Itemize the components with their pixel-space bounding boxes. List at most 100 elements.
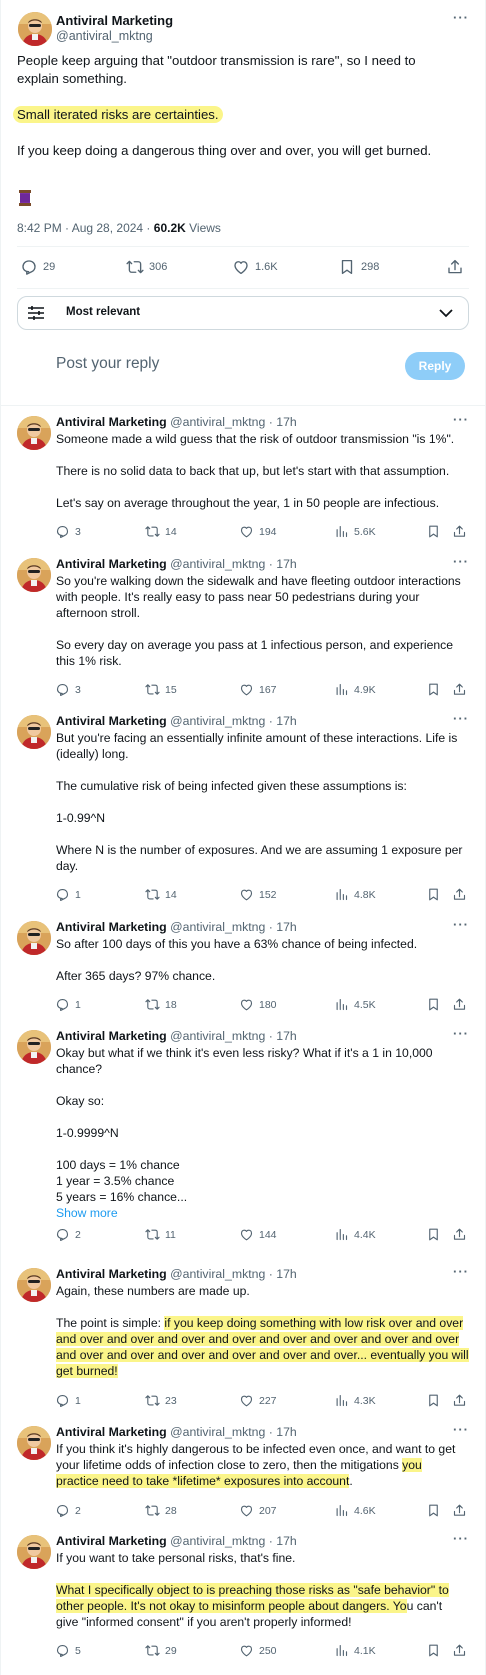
reply-item[interactable]: Antiviral Marketing @antiviral_mktng · 1… (0, 406, 486, 546)
repost-button[interactable]: 29 (145, 1643, 177, 1658)
repost-button[interactable]: 11 (145, 1227, 176, 1242)
repost-button[interactable]: 28 (145, 1503, 177, 1518)
avatar[interactable] (17, 1535, 51, 1569)
reply-button[interactable]: 1 (55, 1393, 81, 1408)
reply-button[interactable]: 2 (55, 1503, 81, 1518)
reply-meta[interactable]: @antiviral_mktng · 17h (170, 1267, 297, 1281)
bookmark-button[interactable] (426, 887, 446, 902)
reply-meta[interactable]: @antiviral_mktng · 17h (170, 714, 297, 728)
reply-item[interactable]: Antiviral Marketing @antiviral_mktng · 1… (0, 705, 486, 909)
more-options-icon[interactable]: ··· (453, 1026, 469, 1041)
bookmark-button[interactable] (426, 997, 446, 1012)
reply-author-name[interactable]: Antiviral Marketing (56, 1267, 167, 1281)
avatar[interactable] (17, 1030, 51, 1064)
views-button[interactable]: 4.4K (334, 1227, 376, 1242)
bookmark-button[interactable] (426, 524, 446, 539)
reply-author-name[interactable]: Antiviral Marketing (56, 1029, 167, 1043)
reply-author-name[interactable]: Antiviral Marketing (56, 1425, 167, 1439)
timestamp[interactable]: 8:42 PM · Aug 28, 2024 · (17, 221, 154, 235)
reply-button[interactable]: 3 (55, 524, 81, 539)
like-button[interactable]: 152 (239, 887, 277, 902)
repost-button[interactable]: 14 (145, 524, 177, 539)
share-button[interactable] (452, 524, 472, 539)
more-options-icon[interactable]: ··· (453, 711, 469, 726)
reply-item[interactable]: Antiviral Marketing @antiviral_mktng · 1… (0, 1525, 486, 1675)
share-button[interactable] (452, 1227, 472, 1242)
like-button[interactable]: 180 (239, 997, 277, 1012)
reply-item[interactable]: Antiviral Marketing @antiviral_mktng · 1… (0, 911, 486, 1019)
reply-button[interactable]: 29 (20, 258, 55, 276)
repost-button[interactable]: 15 (145, 682, 177, 697)
reply-item[interactable]: Antiviral Marketing @antiviral_mktng · 1… (0, 1258, 486, 1415)
bookmark-button[interactable] (426, 1393, 446, 1408)
more-options-icon[interactable]: ··· (453, 10, 469, 25)
views-button[interactable]: 4.8K (334, 887, 376, 902)
views-button[interactable]: 4.5K (334, 997, 376, 1012)
reply-meta[interactable]: @antiviral_mktng · 17h (170, 1029, 297, 1043)
more-options-icon[interactable]: ··· (453, 1264, 469, 1279)
like-button[interactable]: 144 (239, 1227, 277, 1242)
like-button[interactable]: 207 (239, 1503, 277, 1518)
bookmark-button[interactable] (426, 1503, 446, 1518)
reply-author-name[interactable]: Antiviral Marketing (56, 557, 167, 571)
views-button[interactable]: 4.9K (334, 682, 376, 697)
views-button[interactable]: 4.1K (334, 1643, 376, 1658)
share-button[interactable] (452, 1503, 472, 1518)
more-options-icon[interactable]: ··· (453, 917, 469, 932)
sort-replies-dropdown[interactable]: Most relevant (17, 296, 469, 330)
like-button[interactable]: 250 (239, 1643, 277, 1658)
author-name[interactable]: Antiviral Marketing (56, 13, 173, 28)
reply-meta[interactable]: @antiviral_mktng · 17h (170, 1534, 297, 1548)
reply-author-name[interactable]: Antiviral Marketing (56, 920, 167, 934)
reply-button[interactable]: 2 (55, 1227, 81, 1242)
avatar[interactable] (18, 12, 52, 46)
share-button[interactable] (452, 682, 472, 697)
repost-button[interactable]: 18 (145, 997, 177, 1012)
bookmark-button[interactable] (426, 1643, 446, 1658)
views-button[interactable]: 5.6K (334, 524, 376, 539)
reply-meta[interactable]: @antiviral_mktng · 17h (170, 920, 297, 934)
reply-meta[interactable]: @antiviral_mktng · 17h (170, 557, 297, 571)
reply-item[interactable]: Antiviral Marketing @antiviral_mktng · 1… (0, 548, 486, 704)
like-button[interactable]: 194 (239, 524, 277, 539)
repost-button[interactable]: 14 (145, 887, 177, 902)
avatar[interactable] (17, 921, 51, 955)
reply-button[interactable]: 3 (55, 682, 81, 697)
views-button[interactable]: 4.6K (334, 1503, 376, 1518)
like-button[interactable]: 167 (239, 682, 277, 697)
views-button[interactable]: 4.3K (334, 1393, 376, 1408)
reply-button[interactable]: 1 (55, 997, 81, 1012)
like-button[interactable]: 227 (239, 1393, 277, 1408)
reply-item[interactable]: Antiviral Marketing @antiviral_mktng · 1… (0, 1416, 486, 1510)
more-options-icon[interactable]: ··· (453, 554, 469, 569)
reply-author-name[interactable]: Antiviral Marketing (56, 415, 167, 429)
avatar[interactable] (17, 416, 51, 450)
bookmark-button[interactable]: 298 (338, 258, 379, 276)
reply-meta[interactable]: @antiviral_mktng · 17h (170, 1425, 297, 1439)
reply-meta[interactable]: @antiviral_mktng · 17h (170, 415, 297, 429)
share-button[interactable] (452, 1643, 472, 1658)
share-button[interactable] (446, 258, 469, 276)
bookmark-button[interactable] (426, 1227, 446, 1242)
share-button[interactable] (452, 997, 472, 1012)
avatar[interactable] (17, 558, 51, 592)
reply-button[interactable]: 1 (55, 887, 81, 902)
show-more-link[interactable]: Show more (56, 1205, 476, 1221)
repost-button[interactable]: 23 (145, 1393, 177, 1408)
repost-button[interactable]: 306 (126, 258, 167, 276)
reply-submit-button[interactable]: Reply (405, 352, 465, 380)
reply-author-name[interactable]: Antiviral Marketing (56, 714, 167, 728)
avatar[interactable] (17, 1426, 51, 1460)
reply-composer-input[interactable]: Post your reply (56, 355, 159, 373)
bookmark-button[interactable] (426, 682, 446, 697)
more-options-icon[interactable]: ··· (453, 412, 469, 427)
share-button[interactable] (452, 1393, 472, 1408)
reply-item[interactable]: Antiviral Marketing @antiviral_mktng · 1… (0, 1020, 486, 1248)
avatar[interactable] (17, 1268, 51, 1302)
author-handle[interactable]: @antiviral_mktng (56, 29, 153, 43)
reply-button[interactable]: 5 (55, 1643, 81, 1658)
reply-author-name[interactable]: Antiviral Marketing (56, 1534, 167, 1548)
avatar[interactable] (17, 715, 51, 749)
more-options-icon[interactable]: ··· (453, 1422, 469, 1437)
like-button[interactable]: 1.6K (232, 258, 278, 276)
